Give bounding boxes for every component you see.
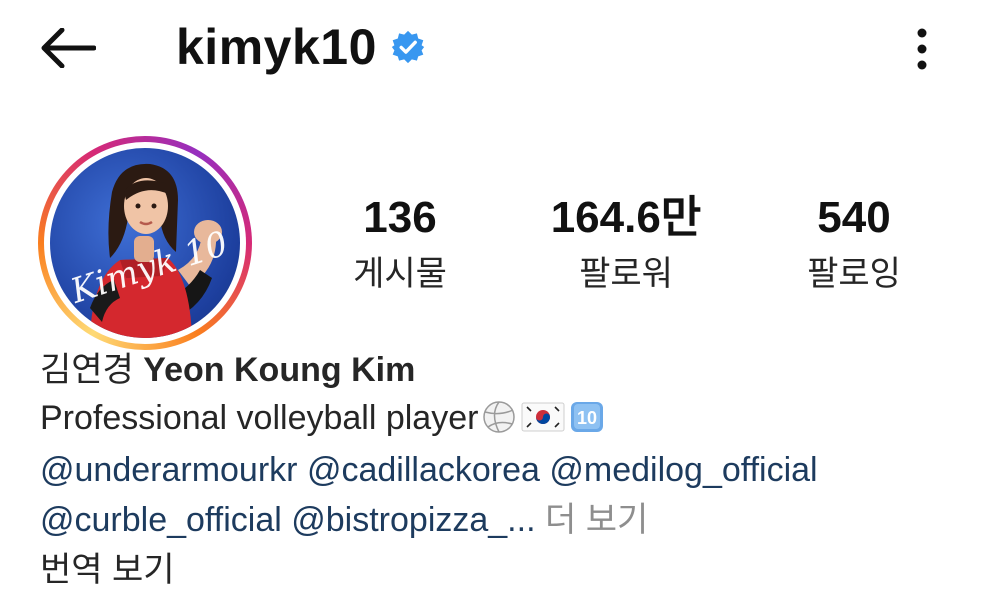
stat-followers[interactable]: 164.6만 팔로워 [536, 192, 716, 296]
keycap-ten-emoji: 10 [568, 400, 606, 443]
followers-label: 팔로워 [579, 255, 673, 293]
english-name: Yeon Koung Kim [143, 351, 416, 389]
avatar-frame: Kimyk 10 [44, 142, 246, 344]
svg-text:10: 10 [577, 408, 597, 428]
profile-name: 김연경 Yeon Koung Kim [40, 350, 980, 390]
mention-link[interactable]: @cadillackorea [307, 451, 540, 489]
translate-link[interactable]: 번역 보기 [40, 550, 980, 590]
mention-link-truncated[interactable]: @bistropizza_... [291, 501, 535, 539]
story-ring[interactable]: Kimyk 10 [38, 136, 252, 350]
following-label: 팔로잉 [807, 255, 901, 293]
arrow-left-icon [41, 28, 96, 68]
mentions-line-2: @curble_official @bistropizza_... 더 보기 [40, 500, 980, 540]
mention-link[interactable]: @underarmourkr [40, 451, 298, 489]
profile-photo: Kimyk 10 [65, 163, 233, 338]
vertical-dots-icon [917, 28, 927, 70]
volleyball-emoji [480, 400, 518, 443]
stat-following[interactable]: 540 팔로잉 [794, 192, 914, 296]
mention-link[interactable]: @curble_official [40, 501, 282, 539]
verified-badge-icon [391, 30, 425, 64]
mention-link[interactable]: @medilog_official [549, 451, 817, 489]
back-button[interactable] [36, 22, 100, 74]
posts-label: 게시물 [353, 255, 447, 293]
korean-name: 김연경 [40, 351, 134, 389]
south-korea-flag-emoji [520, 400, 566, 443]
username: kimyk10 [176, 19, 377, 75]
posts-count: 136 [363, 193, 437, 242]
stat-posts[interactable]: 136 게시물 [340, 192, 460, 296]
description-text: Professional volleyball player [40, 399, 479, 437]
bio-description: Professional volleyball player 10 [40, 398, 980, 443]
more-options-button[interactable] [900, 24, 944, 74]
followers-count: 164.6만 [550, 193, 702, 242]
mentions-line-1: @underarmourkr @cadillackorea @medilog_o… [40, 450, 980, 490]
profile-header: kimyk10 [0, 0, 1000, 100]
avatar[interactable]: Kimyk 10 [50, 148, 240, 338]
username-title: kimyk10 [176, 18, 425, 76]
following-count: 540 [817, 193, 891, 242]
see-more-link[interactable]: 더 보기 [545, 501, 648, 539]
